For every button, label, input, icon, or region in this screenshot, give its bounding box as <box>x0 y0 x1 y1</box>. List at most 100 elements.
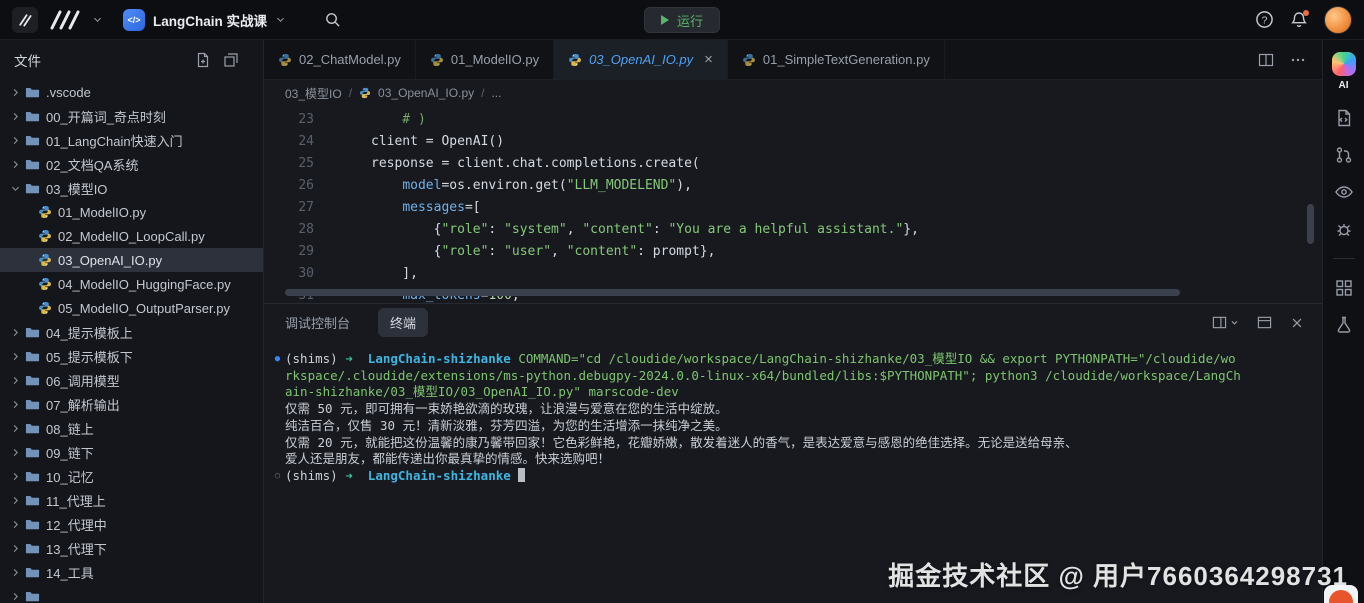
breadcrumb-separator: / <box>481 86 484 100</box>
close-panel-icon[interactable] <box>1290 316 1304 330</box>
folder-icon <box>25 421 40 436</box>
tree-folder-item[interactable]: .vscode <box>0 80 263 104</box>
panel-layout-icon[interactable] <box>1212 315 1239 330</box>
tree-file-item[interactable]: 05_ModelIO_OutputParser.py <box>0 296 263 320</box>
tree-row-clipped <box>0 584 263 603</box>
chevron-right-icon <box>10 447 25 458</box>
more-actions-icon[interactable] <box>1290 52 1306 68</box>
tab-terminal[interactable]: 终端 <box>378 308 428 337</box>
ai-gradient-icon <box>1332 52 1356 76</box>
workbench-body: 文件 .vscode00_开篇词_奇点时刻01_LangChain快速入门02_… <box>0 40 1364 603</box>
new-file-icon[interactable] <box>195 52 211 68</box>
tree-item-label: 06_调用模型 <box>46 371 120 390</box>
terminal[interactable]: ●(shims) ➜ LangChain-shizhanke COMMAND="… <box>264 341 1322 603</box>
breadcrumb-more[interactable]: ... <box>491 86 501 100</box>
folder-icon <box>25 469 40 484</box>
editor-tab[interactable]: 01_ModelIO.py <box>416 40 554 79</box>
tree-folder-item[interactable]: 00_开篇词_奇点时刻 <box>0 104 263 128</box>
app-root: </> LangChain 实战课 运行 ? <box>0 0 1364 603</box>
python-file-icon <box>742 53 756 67</box>
tree-folder-item[interactable]: 13_代理下 <box>0 536 263 560</box>
folder-icon <box>25 109 40 124</box>
tree-folder-item[interactable]: 06_调用模型 <box>0 368 263 392</box>
chevron-down-icon[interactable] <box>92 14 103 25</box>
split-terminal-icon[interactable] <box>1257 315 1272 330</box>
notification-dot <box>1303 10 1309 16</box>
breadcrumb-folder[interactable]: 03_模型IO <box>285 85 342 102</box>
vertical-scrollbar[interactable] <box>1307 204 1314 244</box>
marscode-logo-icon[interactable] <box>48 10 82 30</box>
close-tab-icon[interactable]: × <box>704 52 713 67</box>
line-number: 27 <box>264 197 314 219</box>
chevron-right-icon <box>10 591 25 602</box>
topbar: </> LangChain 实战课 运行 ? <box>0 0 1364 40</box>
tree-folder-item[interactable]: 02_文档QA系统 <box>0 152 263 176</box>
tree-file-item[interactable]: 02_ModelIO_LoopCall.py <box>0 224 263 248</box>
tree-folder-item[interactable]: 05_提示模板下 <box>0 344 263 368</box>
chevron-right-icon <box>10 87 25 98</box>
tree-file-item[interactable]: 04_ModelIO_HuggingFace.py <box>0 272 263 296</box>
split-editor-icon[interactable] <box>1258 52 1274 68</box>
tree-folder-item[interactable]: 07_解析输出 <box>0 392 263 416</box>
extensions-grid-icon[interactable] <box>1334 278 1354 298</box>
tree-folder-item[interactable]: 03_模型IO <box>0 176 263 200</box>
terminal-command-marker <box>270 418 285 435</box>
code-review-icon[interactable] <box>1334 108 1354 128</box>
breadcrumb[interactable]: 03_模型IO / 03_OpenAI_IO.py / ... <box>264 80 1322 106</box>
horizontal-scrollbar[interactable] <box>285 289 1180 296</box>
tree-folder-item[interactable]: 11_代理上 <box>0 488 263 512</box>
folder-icon <box>25 325 40 340</box>
tree-folder-item[interactable]: 09_链下 <box>0 440 263 464</box>
tree-folder-item[interactable]: 08_链上 <box>0 416 263 440</box>
debug-bug-icon[interactable] <box>1334 219 1354 239</box>
terminal-command-marker <box>270 435 285 452</box>
folder-icon <box>25 565 40 580</box>
tree-item-label: 01_LangChain快速入门 <box>46 131 183 150</box>
run-button[interactable]: 运行 <box>644 7 720 33</box>
git-pull-request-icon[interactable] <box>1334 145 1354 165</box>
ai-assistant-icon[interactable]: AI <box>1332 52 1356 91</box>
python-file-icon <box>568 53 582 67</box>
bell-icon[interactable] <box>1290 11 1308 29</box>
tree-folder-item[interactable]: 04_提示模板上 <box>0 320 263 344</box>
test-beaker-icon[interactable] <box>1334 315 1354 335</box>
editor-area: 02_ChatModel.py01_ModelIO.py03_OpenAI_IO… <box>264 40 1322 603</box>
tree-file-item[interactable]: 01_ModelIO.py <box>0 200 263 224</box>
preview-eye-icon[interactable] <box>1334 182 1354 202</box>
folder-icon <box>25 349 40 364</box>
chevron-down-icon <box>10 183 25 194</box>
chevron-right-icon <box>10 543 25 554</box>
tree-folder-item[interactable]: 12_代理中 <box>0 512 263 536</box>
editor-tab[interactable]: 03_OpenAI_IO.py × <box>554 40 728 79</box>
folder-icon <box>25 181 40 196</box>
tree-item-label: 03_模型IO <box>46 179 107 198</box>
editor-tab[interactable]: 01_SimpleTextGeneration.py <box>728 40 945 79</box>
help-icon[interactable]: ? <box>1255 10 1274 29</box>
tree-folder-item[interactable]: 14_工具 <box>0 560 263 584</box>
topbar-left: </> LangChain 实战课 <box>12 7 341 33</box>
app-logo-icon[interactable] <box>12 7 38 33</box>
python-file-icon <box>38 205 52 219</box>
project-code-icon: </> <box>123 9 145 31</box>
project-selector[interactable]: </> LangChain 实战课 <box>123 9 286 31</box>
code-editor[interactable]: 23 # )24client = OpenAI()25response = cl… <box>264 106 1322 303</box>
tree-folder-item[interactable]: 10_记忆 <box>0 464 263 488</box>
tab-debug-console[interactable]: 调试控制台 <box>285 313 350 332</box>
chevron-right-icon <box>10 495 25 506</box>
tree-item-label: 12_代理中 <box>46 515 107 534</box>
code-line: 27 messages=[ <box>264 197 1322 219</box>
breadcrumb-file[interactable]: 03_OpenAI_IO.py <box>378 86 474 100</box>
chevron-right-icon <box>10 159 25 170</box>
search-icon[interactable] <box>324 11 341 28</box>
collapse-explorer-icon[interactable] <box>223 52 239 68</box>
tree-item-label: 00_开篇词_奇点时刻 <box>46 107 166 126</box>
terminal-line: rkspace/.cloudide/extensions/ms-python.d… <box>270 368 1312 385</box>
avatar[interactable] <box>1324 6 1352 34</box>
tree-file-item[interactable]: 03_OpenAI_IO.py <box>0 248 263 272</box>
tree-folder-item[interactable]: 01_LangChain快速入门 <box>0 128 263 152</box>
terminal-command-marker: ○ <box>270 468 285 485</box>
tree-item-label: 04_ModelIO_HuggingFace.py <box>58 277 231 292</box>
tree-item-label: 03_OpenAI_IO.py <box>58 253 162 268</box>
tab-label: 03_OpenAI_IO.py <box>589 52 693 67</box>
editor-tab[interactable]: 02_ChatModel.py <box>264 40 416 79</box>
